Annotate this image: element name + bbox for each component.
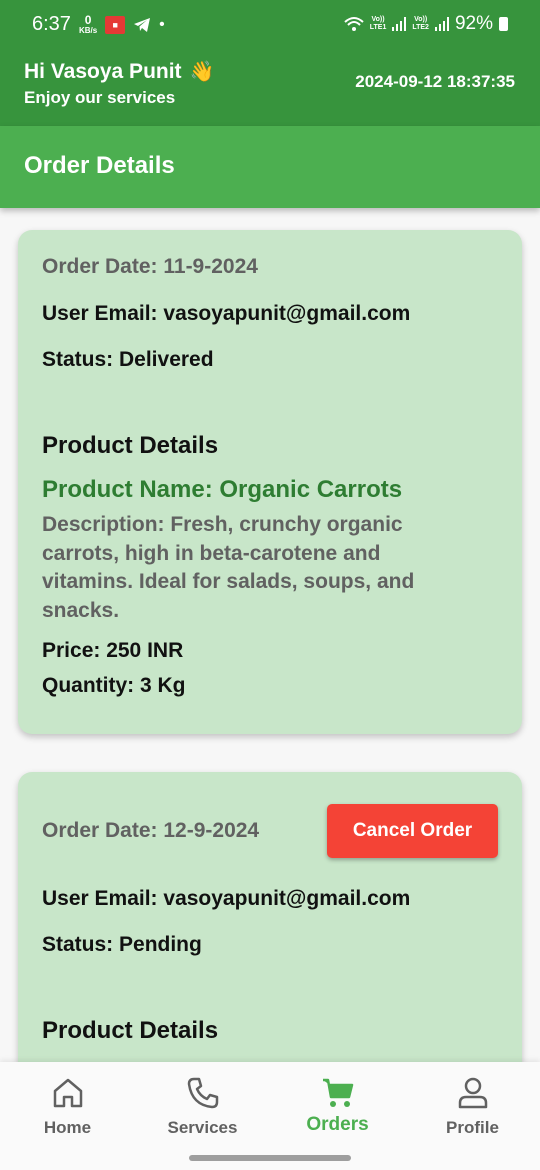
nav-orders-label: Orders <box>306 1114 369 1135</box>
title-bar: Order Details <box>0 126 540 208</box>
nav-services[interactable]: Services <box>135 1076 270 1138</box>
order-status: Status: Delivered <box>42 348 214 371</box>
product-name: Product Name: Organic Carrots <box>42 476 403 503</box>
product-price: Price: 250 INR <box>42 639 184 662</box>
bottom-navigation: Home Services Orders Profile <box>0 1062 540 1170</box>
description-line: vitamins. Ideal for salads, soups, and <box>42 570 415 593</box>
nav-home-label: Home <box>43 1118 92 1137</box>
description-line: carrots, high in beta-carotene and <box>42 541 381 565</box>
product-quantity: Quantity: 3 Kg <box>42 674 186 697</box>
network-speed-value: 0 <box>84 12 92 27</box>
notification-dot-icon: • <box>159 15 165 33</box>
waving-hand-icon: 👋 <box>189 61 215 83</box>
wifi-icon <box>344 17 364 31</box>
signal-bars-icon <box>392 17 407 31</box>
sim2-label: Vo)) LTE2 <box>412 16 429 32</box>
home-indicator[interactable] <box>189 1155 351 1161</box>
user-email: User Email: vasoyapunit@gmail.com <box>42 302 411 325</box>
lte2-label: LTE2 <box>412 24 429 31</box>
greeting: Hi Vasoya Punit 👋 <box>24 59 214 84</box>
nav-profile[interactable]: Profile <box>405 1076 540 1138</box>
person-icon <box>458 1077 487 1109</box>
network-speed: 0 KB/s <box>78 12 98 35</box>
product-description: Description: Fresh, crunchy organic carr… <box>42 511 462 625</box>
product-details-heading: Product Details <box>42 432 219 459</box>
home-icon <box>53 1078 82 1108</box>
order-status: Status: Pending <box>42 933 202 956</box>
nav-home[interactable]: Home <box>0 1076 135 1138</box>
product-details-heading: Product Details <box>42 1017 219 1044</box>
network-speed-unit: KB/s <box>78 25 98 35</box>
order-card: Order Date: 11-9-2024 User Email: vasoya… <box>18 230 522 734</box>
greeting-subtitle: Enjoy our services <box>24 88 176 107</box>
page-title: Order Details <box>24 152 175 179</box>
greeting-text: Hi Vasoya Punit <box>24 60 182 83</box>
app-header: Hi Vasoya Punit 👋 Enjoy our services 2024… <box>0 50 540 126</box>
status-bar-right: Vo)) LTE1 Vo)) LTE2 92% <box>344 13 508 35</box>
volte-label-2: Vo)) <box>414 16 428 23</box>
signal-bars-icon-2 <box>434 17 449 31</box>
cancel-order-button[interactable]: Cancel Order <box>327 804 498 858</box>
description-line: snacks. <box>42 598 120 622</box>
cart-icon <box>322 1078 353 1107</box>
lte1-label: LTE1 <box>369 24 387 31</box>
order-card: Order Date: 12-9-2024 Cancel Order User … <box>18 772 522 1092</box>
status-bar: 6:37 0 KB/s ■ • Vo)) LTE1 Vo)) LTE2 92% <box>0 0 540 50</box>
nav-services-label: Services <box>167 1118 238 1137</box>
order-date: Order Date: 12-9-2024 <box>42 819 260 842</box>
nav-orders[interactable]: Orders <box>270 1076 405 1136</box>
order-date: Order Date: 11-9-2024 <box>42 255 258 278</box>
status-bar-left: 6:37 0 KB/s ■ • <box>32 13 165 36</box>
battery-icon <box>499 17 508 31</box>
nav-profile-label: Profile <box>446 1118 499 1137</box>
app-notification-icon: ■ <box>105 15 126 34</box>
sim1-label: Vo)) LTE1 <box>370 16 387 32</box>
volte-label: Vo)) <box>371 16 385 23</box>
battery-percent: 92% <box>454 13 493 34</box>
description-line: Description: Fresh, crunchy organic <box>42 513 403 536</box>
status-time: 6:37 <box>32 13 71 35</box>
phone-icon <box>187 1077 218 1109</box>
user-email: User Email: vasoyapunit@gmail.com <box>42 887 411 910</box>
current-datetime: 2024-09-12 18:37:35 <box>355 72 515 91</box>
telegram-icon <box>134 17 151 32</box>
